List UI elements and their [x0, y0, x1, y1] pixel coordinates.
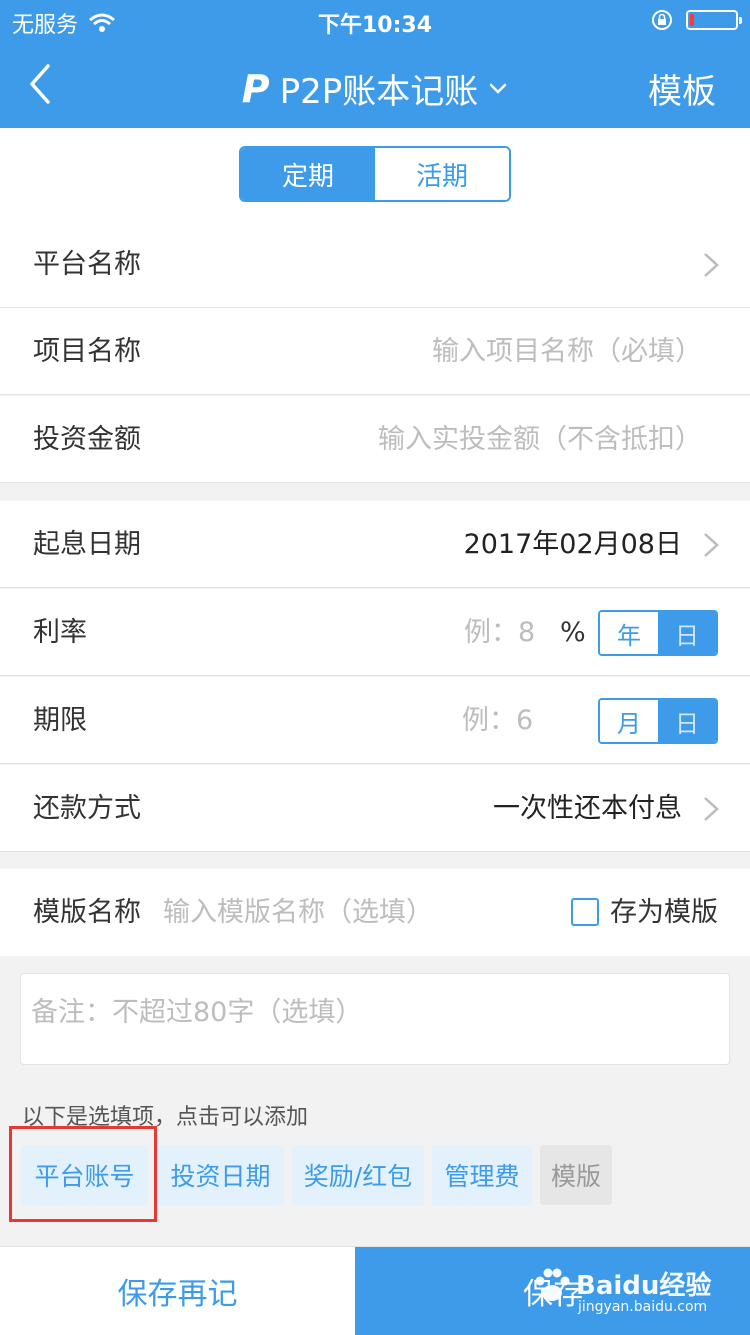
- start-date-value: 2017年02月08日: [463, 529, 682, 560]
- template-button[interactable]: 模板: [648, 64, 716, 113]
- paw-icon: [535, 1268, 570, 1301]
- project-name-label: 项目名称: [33, 336, 141, 367]
- rate-input[interactable]: 例：8: [464, 589, 535, 676]
- baidu-watermark: Baidu经验 jingyan.baidu.com: [530, 1255, 740, 1325]
- start-date-label: 起息日期: [33, 529, 141, 560]
- save-as-template-checkbox[interactable]: [571, 898, 599, 926]
- tab-current[interactable]: 活期: [375, 148, 509, 200]
- template-name-label: 模版名称: [33, 897, 141, 928]
- remark-textarea[interactable]: 备注：不超过80字（选填）: [20, 973, 730, 1065]
- battery-icon: [686, 10, 742, 30]
- term-label: 期限: [33, 705, 87, 736]
- save-as-template-label[interactable]: 存为模版: [610, 869, 718, 956]
- app-logo-icon: P: [241, 66, 270, 111]
- platform-name-row[interactable]: 平台名称: [0, 221, 750, 308]
- watermark-url: jingyan.baidu.com: [578, 1299, 708, 1315]
- term-row: 期限 例：6 月 日: [0, 677, 750, 764]
- nav-bar: P P2P账本记账 模板: [0, 40, 750, 128]
- rate-unit-year[interactable]: 年: [600, 612, 658, 654]
- term-unit-toggle: 月 日: [598, 698, 718, 744]
- repayment-value: 一次性还本付息: [493, 793, 682, 824]
- status-bar: 无服务 下午10:34: [0, 0, 750, 40]
- repayment-label: 还款方式: [33, 793, 141, 824]
- chip-management-fee[interactable]: 管理费: [432, 1145, 532, 1205]
- page-title[interactable]: P P2P账本记账: [0, 64, 750, 113]
- template-name-input[interactable]: 输入模版名称（选填）: [163, 869, 433, 956]
- platform-name-label: 平台名称: [33, 249, 141, 280]
- chevron-right-icon: [704, 253, 719, 277]
- clock: 下午10:34: [317, 13, 433, 38]
- project-name-row: 项目名称 输入项目名称（必填）: [0, 308, 750, 395]
- amount-label: 投资金额: [33, 424, 141, 455]
- save-again-button[interactable]: 保存再记: [0, 1247, 355, 1335]
- project-name-input[interactable]: 输入项目名称（必填）: [432, 308, 702, 395]
- orientation-lock-icon: [652, 10, 672, 30]
- rate-row: 利率 例：8 % 年 日: [0, 589, 750, 676]
- remark-placeholder: 备注：不超过80字（选填）: [31, 997, 363, 1028]
- template-name-row: 模版名称 输入模版名称（选填） 存为模版: [0, 869, 750, 956]
- watermark-text: Baidu经验: [576, 1271, 712, 1301]
- amount-input[interactable]: 输入实投金额（不含抵扣）: [378, 396, 702, 483]
- chip-reward[interactable]: 奖励/红包: [292, 1145, 424, 1205]
- tab-fixed[interactable]: 定期: [241, 148, 375, 200]
- segment-control: 定期 活期: [239, 146, 511, 202]
- amount-row: 投资金额 输入实投金额（不含抵扣）: [0, 396, 750, 483]
- chevron-down-icon: [490, 83, 507, 94]
- rate-label: 利率: [33, 617, 87, 648]
- percent-symbol: %: [560, 617, 586, 648]
- rate-unit-day[interactable]: 日: [658, 612, 716, 654]
- term-unit-day[interactable]: 日: [658, 700, 716, 742]
- highlight-box: [9, 1126, 157, 1222]
- chip-invest-date[interactable]: 投资日期: [157, 1145, 284, 1205]
- term-unit-month[interactable]: 月: [600, 700, 658, 742]
- repayment-row[interactable]: 还款方式 一次性还本付息: [0, 765, 750, 852]
- segment-container: 定期 活期: [0, 128, 750, 221]
- term-input[interactable]: 例：6: [462, 677, 533, 764]
- start-date-row[interactable]: 起息日期 2017年02月08日: [0, 501, 750, 588]
- chevron-right-icon: [704, 533, 719, 557]
- page-title-text: P2P账本记账: [279, 72, 479, 112]
- chevron-right-icon: [704, 797, 719, 821]
- chip-template[interactable]: 模版: [540, 1145, 612, 1205]
- rate-unit-toggle: 年 日: [598, 610, 718, 656]
